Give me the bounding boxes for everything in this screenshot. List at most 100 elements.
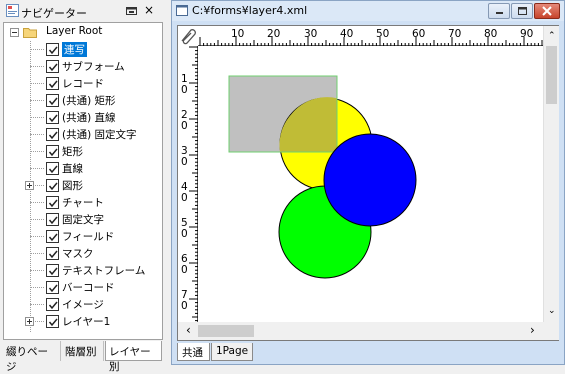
document-title: C:¥forms¥layer4.xml [192, 4, 308, 17]
checkbox-icon[interactable] [46, 111, 59, 124]
tab-hierarchy[interactable]: 階層別 [62, 341, 104, 361]
ruler-label: 50 [376, 28, 390, 40]
tree-item-label: (共通) 矩形 [62, 95, 116, 107]
checkbox-icon[interactable] [46, 43, 59, 56]
paperclip-icon [181, 29, 196, 45]
tree-item-label: チャート [62, 197, 104, 209]
checkbox-icon[interactable] [46, 247, 59, 260]
scroll-down-icon[interactable]: ⌄ [548, 306, 556, 316]
tree-item-chart[interactable]: チャート [30, 194, 104, 211]
tab-pages[interactable]: 綴りページ [3, 341, 61, 373]
collapse-icon[interactable] [10, 28, 19, 37]
tree-item-shape[interactable]: 図形 [25, 177, 83, 194]
vertical-scrollbar[interactable]: ⌃ ⌄ [543, 26, 559, 322]
tree-item-rect[interactable]: 矩形 [30, 143, 83, 160]
checkbox-icon[interactable] [46, 162, 59, 175]
tab-label: レイヤー別 [109, 346, 151, 373]
tree-item-text-frame[interactable]: テキストフレーム [30, 262, 145, 279]
tree-item-layer1[interactable]: レイヤー1 [25, 313, 111, 330]
ruler-label: 10 [231, 28, 245, 40]
horizontal-ruler: 10 20 30 40 50 60 70 80 90 [178, 26, 543, 46]
tree-item-label: (共通) 直線 [62, 112, 116, 124]
form-canvas[interactable]: 10 20 30 40 50 60 70 80 90 1 0 2 0 3 0 4… [177, 25, 559, 341]
maximize-icon [518, 7, 527, 15]
tree-item-record[interactable]: レコード [30, 75, 104, 92]
checkbox-icon[interactable] [46, 179, 59, 192]
scroll-right-icon[interactable]: › [530, 323, 535, 337]
maximize-button[interactable] [511, 3, 533, 19]
tree-item-fixed-text[interactable]: 固定文字 [30, 211, 104, 228]
horizontal-scrollbar[interactable]: ‹ › [178, 322, 543, 340]
checkbox-icon[interactable] [46, 77, 59, 90]
checkbox-icon[interactable] [46, 264, 59, 277]
expand-icon[interactable] [25, 181, 34, 190]
minimize-icon [496, 12, 503, 14]
checkbox-icon[interactable] [46, 298, 59, 311]
navigator-tabs: 綴りページ 階層別 レイヤー別 [3, 341, 163, 373]
tree-item-renshas[interactable]: 連写 [30, 41, 87, 58]
size-grip [543, 322, 559, 340]
tree-item-field[interactable]: フィールド [30, 228, 114, 245]
tab-1page[interactable]: 1Page [211, 343, 253, 361]
tree-item-label: レイヤー1 [62, 316, 111, 328]
expand-icon[interactable] [25, 317, 34, 326]
tree-item-label: 図形 [62, 180, 83, 192]
close-button[interactable] [534, 3, 560, 19]
ruler-label: 20 [267, 28, 281, 40]
navigator-title: ナビゲーター [21, 7, 87, 20]
tree-item-common-rect[interactable]: (共通) 矩形 [30, 92, 116, 109]
tree-item-subform[interactable]: サブフォーム [30, 58, 125, 75]
document-icon [176, 5, 188, 16]
close-icon[interactable]: × [144, 3, 154, 17]
ruler-label: 0 [181, 228, 188, 240]
scroll-left-icon[interactable]: ‹ [186, 323, 191, 337]
checkbox-icon[interactable] [46, 128, 59, 141]
navigator-titlebar: ナビゲーター × [4, 3, 163, 21]
pin-icon[interactable] [125, 5, 138, 17]
checkbox-icon[interactable] [46, 213, 59, 226]
navigator-panel: ナビゲーター × Layer Root 連写 サブフォーム レコード (共通) … [0, 0, 166, 373]
ruler-label: 0 [181, 192, 188, 204]
checkbox-icon[interactable] [46, 281, 59, 294]
ruler-label: 0 [181, 264, 188, 276]
tree-item-label: テキストフレーム [62, 265, 146, 277]
vertical-scroll-thumb[interactable] [546, 46, 557, 104]
minimize-button[interactable] [488, 3, 510, 19]
ruler-label: 60 [412, 28, 426, 40]
checkbox-icon[interactable] [46, 94, 59, 107]
tree-item-label: バーコード [62, 282, 115, 294]
ruler-label: 70 [448, 28, 462, 40]
tree-item-image[interactable]: イメージ [30, 296, 104, 313]
document-titlebar[interactable]: C:¥forms¥layer4.xml [172, 1, 564, 21]
ruler-label: 0 [181, 156, 188, 168]
checkbox-icon[interactable] [46, 196, 59, 209]
tree-item-label: イメージ [62, 299, 104, 311]
tree-item-label: フィールド [62, 231, 115, 243]
tree-item-barcode[interactable]: バーコード [30, 279, 115, 296]
document-window: C:¥forms¥layer4.xml 10 20 30 40 50 60 70… [171, 0, 565, 365]
ruler-label: 80 [484, 28, 498, 40]
tree-item-line[interactable]: 直線 [30, 160, 83, 177]
vertical-ruler: 1 0 2 0 3 0 4 0 5 0 6 0 7 0 [178, 46, 198, 322]
ruler-label: 0 [181, 84, 188, 96]
tree-item-label: 直線 [62, 163, 83, 175]
drawing-surface[interactable] [199, 47, 543, 322]
tree-item-common-text[interactable]: (共通) 固定文字 [30, 126, 137, 143]
tree-item-label: マスク [62, 248, 94, 260]
tree-item-label: サブフォーム [62, 61, 125, 73]
checkbox-icon[interactable] [46, 230, 59, 243]
horizontal-scroll-thumb[interactable] [198, 325, 254, 337]
document-tabs: 共通 1Page [177, 343, 559, 363]
tab-layers[interactable]: レイヤー別 [105, 341, 162, 373]
checkbox-icon[interactable] [46, 145, 59, 158]
checkbox-icon[interactable] [46, 315, 59, 328]
scroll-up-icon[interactable]: ⌃ [548, 31, 556, 41]
tab-common[interactable]: 共通 [177, 343, 210, 361]
tree-item-label: 連写 [62, 42, 87, 57]
ruler-label: 30 [304, 28, 318, 40]
tree-item-common-line[interactable]: (共通) 直線 [30, 109, 116, 126]
tab-label: 綴りページ [6, 346, 48, 373]
navigator-app-icon [6, 4, 19, 17]
checkbox-icon[interactable] [46, 60, 59, 73]
tree-item-mask[interactable]: マスク [30, 245, 94, 262]
